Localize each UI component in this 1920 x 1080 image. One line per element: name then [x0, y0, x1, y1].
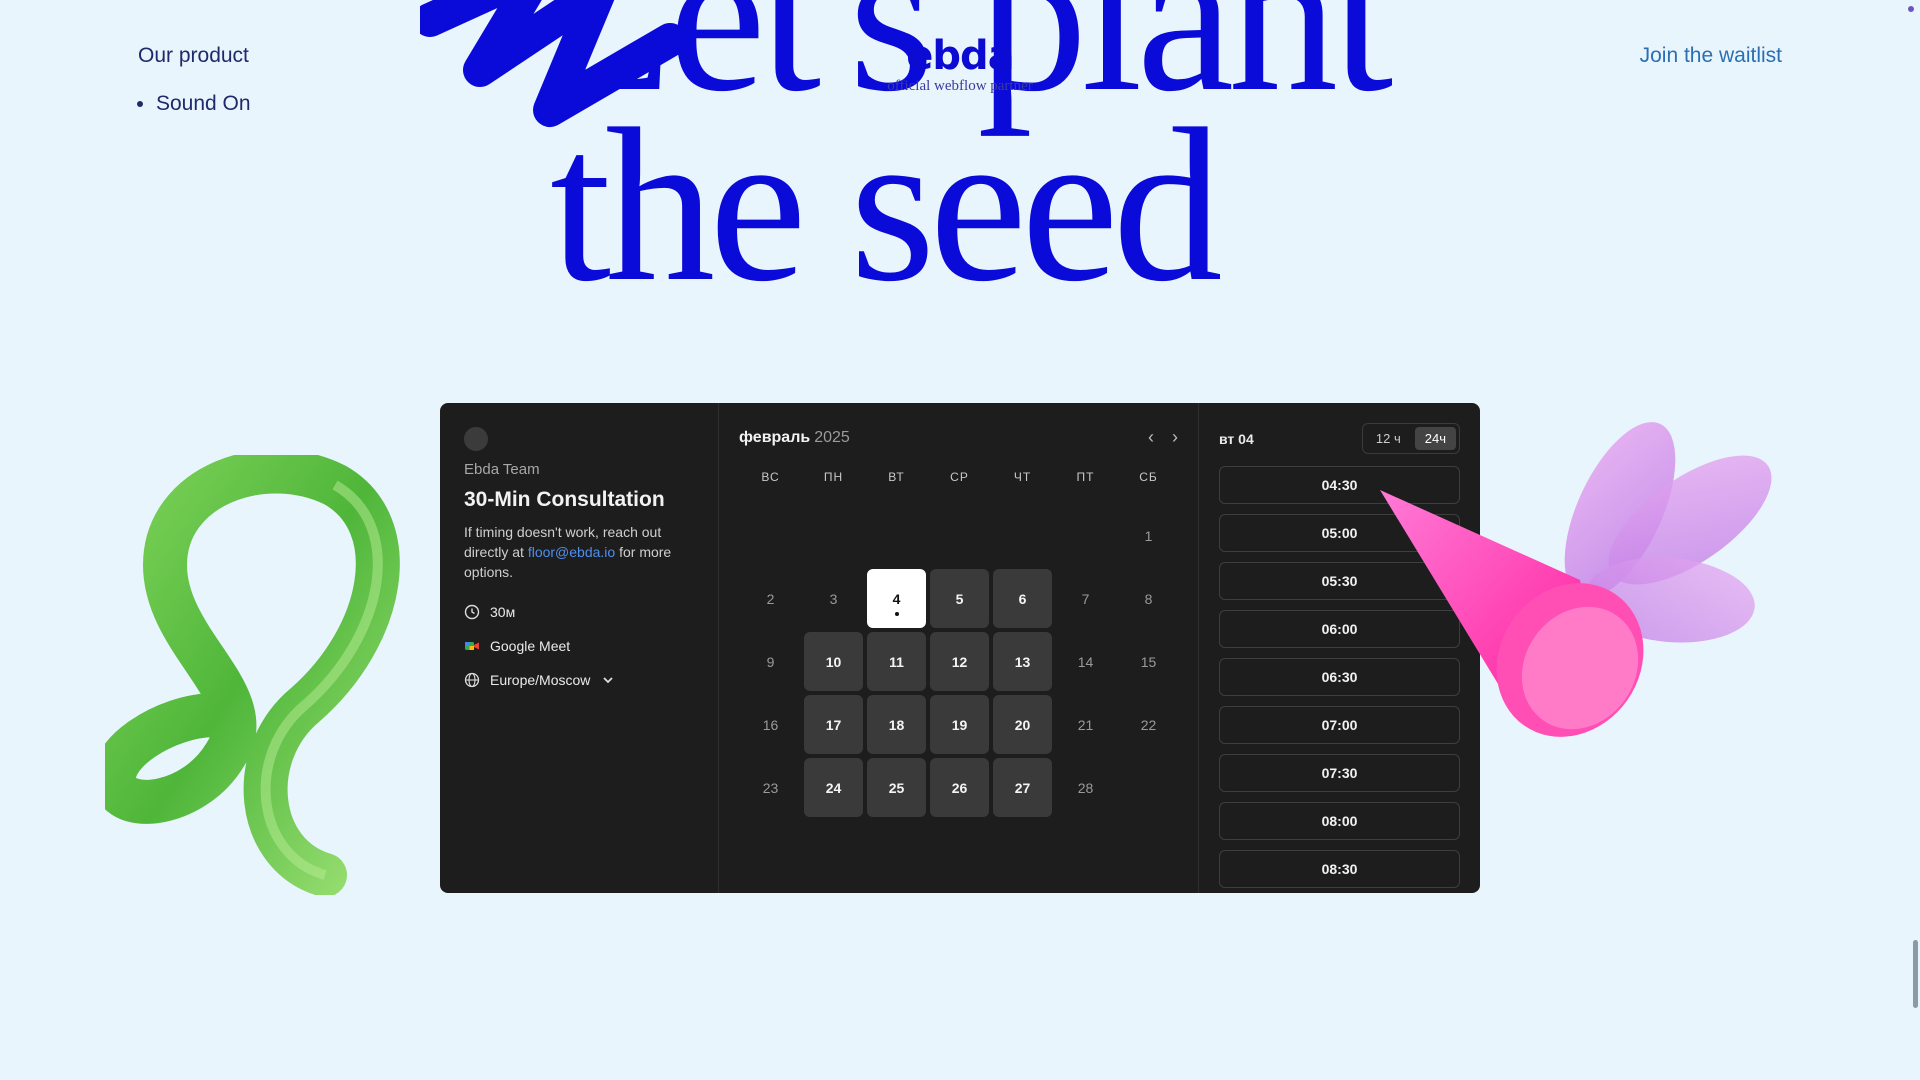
weekday-label: ЧТ [1013, 470, 1032, 484]
time-slot-button[interactable]: 08:30 [1219, 850, 1460, 888]
duration-value: 30м [490, 604, 516, 620]
weekday-label: ПТ [1076, 470, 1095, 484]
calendar-day-available[interactable]: 5 [930, 569, 989, 628]
calendar-day-available[interactable]: 11 [867, 632, 926, 691]
weekday-label: СБ [1139, 470, 1158, 484]
event-meta: 30м Google Meet Europe/Moscow [464, 604, 694, 688]
team-name: Ebda Team [464, 461, 540, 478]
calendar-day: 16 [762, 716, 779, 733]
primary-nav: Our product Sound On [138, 44, 251, 116]
clock-icon [464, 604, 480, 620]
calendar-day: 3 [829, 590, 838, 607]
calendar-day: 28 [1077, 779, 1094, 796]
calendar-day-available[interactable]: 12 [930, 632, 989, 691]
calendar-day: 23 [762, 779, 779, 796]
calendar-day: 21 [1077, 716, 1094, 733]
selected-date: вт 04 [1219, 430, 1254, 447]
location-value: Google Meet [490, 638, 571, 654]
weekday-label: ПН [823, 470, 844, 484]
calendar-day: 15 [1140, 653, 1157, 670]
calendar-grid: 1 2 3 4 5 6 7 8 9 10 11 12 13 14 15 16 17 18 19 20 21 22 23 24 2… [739, 504, 1178, 819]
nav-our-product[interactable]: Our product [138, 44, 251, 68]
weekday-label: ВС [761, 470, 780, 484]
join-waitlist-link[interactable]: Join the waitlist [1640, 44, 1782, 68]
calendar-day-available[interactable]: 17 [804, 695, 863, 754]
calendar-day-available[interactable]: 27 [993, 758, 1052, 817]
calendar-day-available[interactable]: 24 [804, 758, 863, 817]
calendar-day-selected[interactable]: 4 [867, 569, 926, 628]
calendar-empty-cell [802, 504, 865, 567]
duration-row: 30м [464, 604, 694, 620]
weekday-label: ВТ [888, 470, 905, 484]
hero-headline: Let's plant the seed [540, 0, 1540, 327]
timezone-selector[interactable]: Europe/Moscow [464, 672, 694, 688]
brand-subtitle: official webflow partner [887, 78, 1033, 94]
next-month-button[interactable]: › [1172, 427, 1178, 448]
calendar-empty-cell [928, 504, 991, 567]
scribble-decoration [420, 0, 680, 127]
event-description: If timing doesn't work, reach out direct… [464, 522, 694, 582]
time-slot-button[interactable]: 08:00 [1219, 802, 1460, 840]
nav-item-sound-on[interactable]: Sound On [156, 92, 251, 116]
booking-widget: Ebda Team 30-Min Consultation If timing … [440, 403, 1480, 893]
chevron-down-icon [600, 672, 616, 688]
calendar-empty-cell [739, 504, 802, 567]
year-label: 2025 [814, 428, 850, 446]
event-title: 30-Min Consultation [464, 488, 665, 511]
globe-icon [464, 672, 480, 688]
calendar-day: 14 [1077, 653, 1094, 670]
brand-logo[interactable]: ebda official webflow partner [885, 36, 1035, 95]
month-name: февраль [739, 428, 811, 446]
calendar-day-available[interactable]: 19 [930, 695, 989, 754]
timezone-value: Europe/Moscow [490, 672, 591, 688]
calendar-day-available[interactable]: 20 [993, 695, 1052, 754]
calendar-day: 1 [1144, 527, 1153, 544]
email-link[interactable]: floor@ebda.io [528, 544, 615, 560]
month-label: февраль 2025 [739, 429, 850, 447]
page-scrollbar[interactable] [1913, 940, 1918, 1008]
calendar-empty-cell [865, 504, 928, 567]
calendar-panel: февраль 2025 ‹ › ВС ПН ВТ СР ЧТ ПТ СБ 123456789… [719, 403, 1199, 893]
calendar-day-available[interactable]: 10 [804, 632, 863, 691]
calendar-day-available[interactable]: 18 [867, 695, 926, 754]
corner-indicator [1908, 6, 1914, 12]
avatar [464, 427, 488, 451]
nav-list: Sound On [138, 92, 251, 116]
calendar-empty-cell [1054, 504, 1117, 567]
calendar-day-available[interactable]: 25 [867, 758, 926, 817]
brand-wordmark: ebda [906, 33, 1014, 79]
headline-line-1: Let's plant [540, 0, 1393, 137]
calendar-day-available[interactable]: 6 [993, 569, 1052, 628]
month-navigation: ‹ › [1148, 427, 1178, 448]
weekday-header: ВС ПН ВТ СР ЧТ ПТ СБ [739, 470, 1178, 484]
calendar-day: 7 [1081, 590, 1090, 607]
location-row: Google Meet [464, 638, 694, 654]
calendar-day: 9 [766, 653, 775, 670]
pink-flower-decoration [1380, 422, 1772, 737]
weekday-label: СР [950, 470, 969, 484]
event-info-panel: Ebda Team 30-Min Consultation If timing … [440, 403, 719, 893]
google-meet-icon [464, 638, 480, 654]
green-ribbon-decoration [105, 455, 400, 895]
headline-line-2: the seed [550, 83, 1223, 327]
calendar-empty-cell [991, 504, 1054, 567]
calendar-header: февраль 2025 ‹ › [739, 427, 1178, 448]
calendar-day: 2 [766, 590, 775, 607]
prev-month-button[interactable]: ‹ [1148, 427, 1154, 448]
calendar-day: 22 [1140, 716, 1157, 733]
calendar-day-available[interactable]: 13 [993, 632, 1052, 691]
calendar-day: 8 [1144, 590, 1153, 607]
calendar-day-available[interactable]: 26 [930, 758, 989, 817]
